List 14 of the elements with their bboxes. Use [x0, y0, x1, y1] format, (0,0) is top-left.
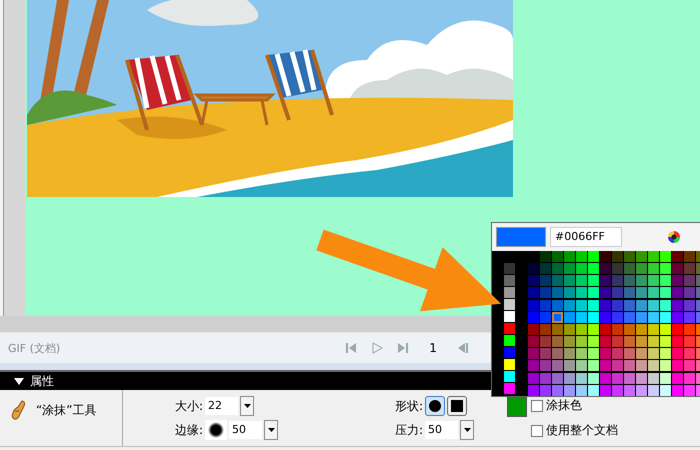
- pressure-field[interactable]: 50: [425, 421, 458, 439]
- checkbox-label: 涂抹色: [546, 397, 582, 414]
- edge-label: 边缘:: [174, 422, 204, 438]
- size-field[interactable]: 22: [205, 397, 238, 415]
- pressure-label: 压力:: [394, 422, 424, 438]
- panel-title: 属性: [30, 372, 54, 390]
- size-label: 大小:: [174, 398, 204, 414]
- frame-number: 1: [429, 341, 437, 355]
- edge-field[interactable]: 50: [229, 421, 262, 439]
- hex-field[interactable]: #0066FF: [550, 227, 622, 247]
- tool-name: “涂抹”工具: [36, 402, 96, 419]
- shape-label: 形状:: [394, 398, 424, 414]
- checkbox-label: 使用整个文档: [546, 422, 618, 439]
- document-label: GIF (文档): [8, 340, 60, 356]
